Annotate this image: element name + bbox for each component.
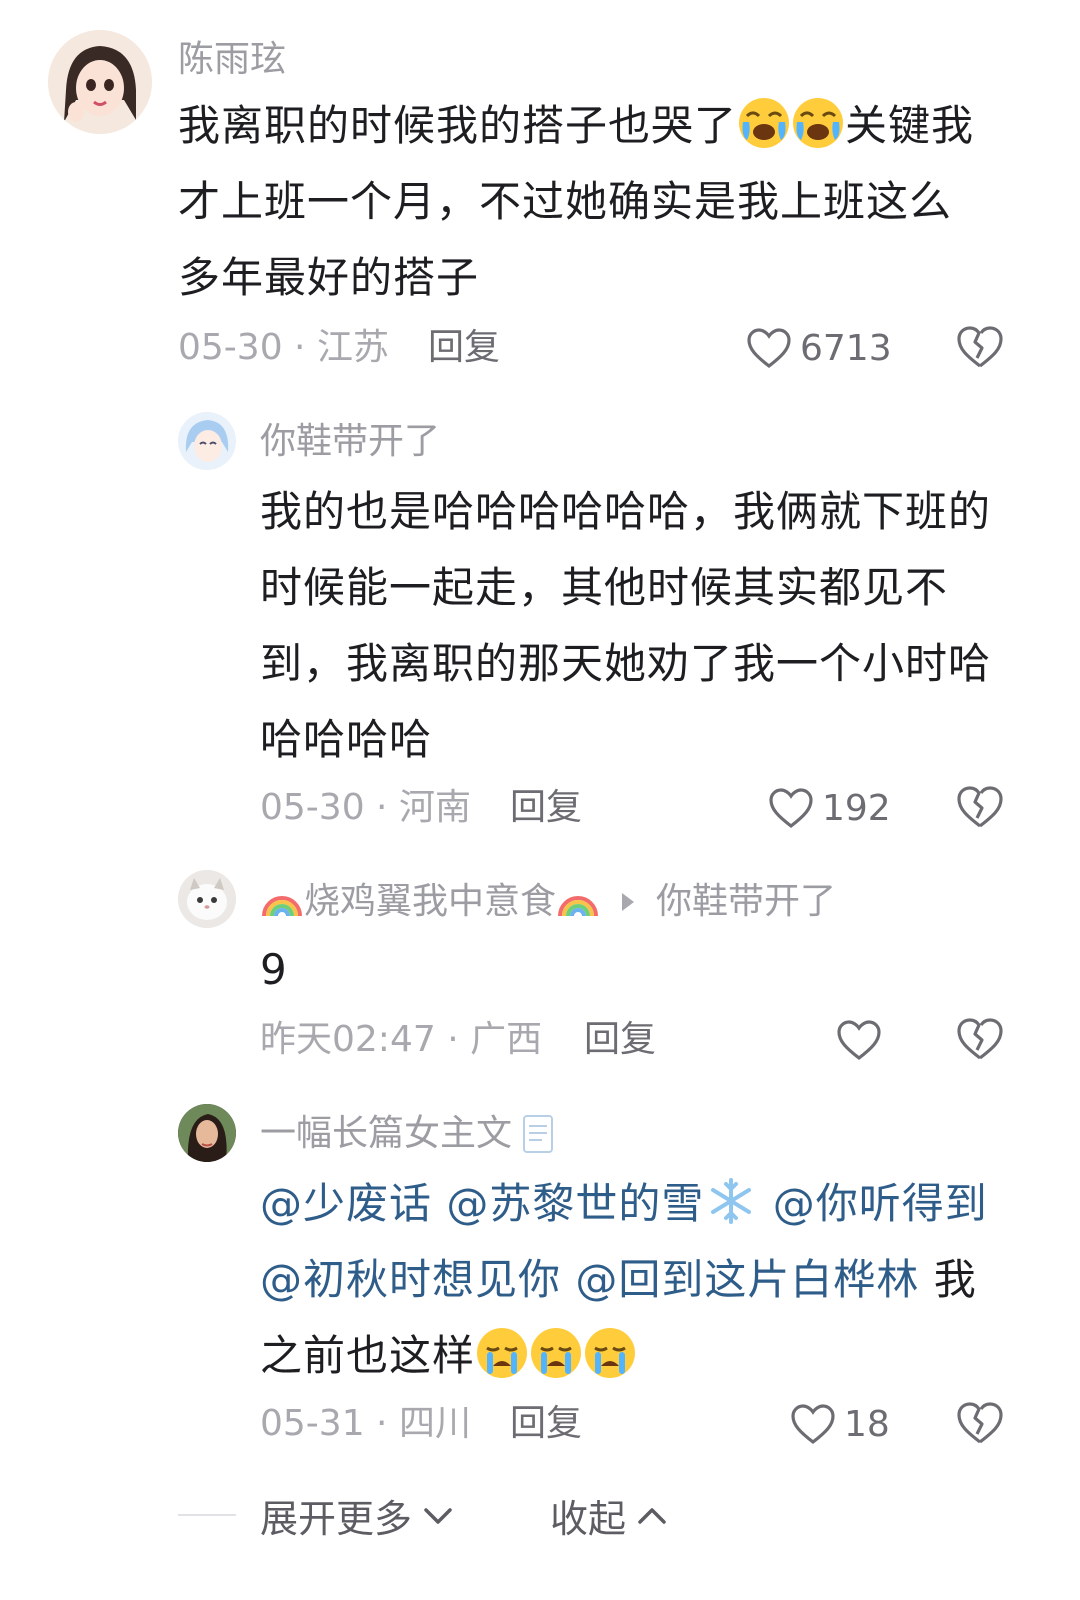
broken-heart-icon — [957, 1018, 1003, 1060]
broken-heart-icon — [957, 326, 1003, 368]
comment-username[interactable]: 你鞋带开了 — [260, 418, 440, 466]
collapse-label: 收起 — [550, 1497, 627, 1541]
expand-more-button[interactable]: 展开更多 — [260, 1488, 454, 1543]
avatar[interactable] — [178, 412, 236, 470]
mention-link[interactable]: @你听得到 — [773, 1179, 988, 1228]
like-button[interactable] — [836, 1016, 890, 1064]
like-count: 192 — [822, 787, 891, 829]
mention-link[interactable]: @少废话 — [260, 1179, 432, 1228]
reply-button[interactable]: 回复 — [428, 324, 500, 372]
crying-laugh-emoji — [737, 96, 791, 150]
document-emoji — [516, 1112, 560, 1156]
comment-username[interactable]: 陈雨玹 — [178, 36, 286, 84]
expand-more-label: 展开更多 — [260, 1497, 413, 1541]
reply-button[interactable]: 回复 — [510, 1400, 582, 1448]
reply-button[interactable]: 回复 — [510, 784, 582, 832]
comment-text-line: 之前也这样 — [260, 1331, 476, 1380]
comment-text-line: 关键我 — [845, 101, 975, 150]
crying-emoji — [475, 1326, 529, 1380]
broken-heart-icon — [957, 786, 1003, 828]
mention-link[interactable]: @苏黎世的雪 — [446, 1179, 704, 1228]
rainbow-emoji — [556, 880, 600, 924]
heart-icon — [791, 1404, 835, 1445]
comment-username-row: 一幅长篇女主文 — [260, 1110, 560, 1158]
broken-heart-icon — [957, 1402, 1003, 1444]
crying-laugh-emoji — [791, 96, 845, 150]
crying-emoji — [583, 1326, 637, 1380]
dislike-button[interactable] — [956, 1016, 1004, 1064]
comment-text-line: 我的也是哈哈哈哈哈哈，我俩就下班的 — [260, 487, 992, 536]
dislike-button[interactable] — [956, 324, 1004, 372]
mention-link[interactable]: @初秋时想见你 — [260, 1255, 561, 1304]
collapse-button[interactable]: 收起 — [550, 1488, 668, 1543]
comment-text-line: 到，我离职的那天她劝了我一个小时哈 — [260, 639, 992, 688]
comment-meta: 05-31 · 四川 — [260, 1403, 471, 1444]
dislike-button[interactable] — [956, 1400, 1004, 1448]
comment-text-line: 时候能一起走，其他时候其实都见不 — [260, 563, 949, 612]
comment-meta: 05-30 · 江苏 — [178, 327, 389, 368]
comment-text: 我的也是哈哈哈哈哈哈，我俩就下班的 时候能一起走，其他时候其实都见不 到，我离职… — [260, 474, 1040, 778]
heart-icon — [769, 788, 813, 829]
comment-text: 9 — [260, 945, 288, 994]
chevron-up-icon — [638, 1507, 666, 1524]
like-count: 18 — [844, 1403, 890, 1445]
comment-username[interactable]: 一幅长篇女主文 — [260, 1110, 512, 1158]
mention-link[interactable]: @回到这片白桦林 — [575, 1255, 919, 1304]
reply-arrow-icon — [622, 893, 635, 911]
like-button[interactable]: 192 — [768, 784, 891, 832]
comment-text-line: 我离职的时候我的搭子也哭了 — [178, 101, 738, 150]
comment-text-line: 才上班一个月，不过她确实是我上班这么 — [178, 177, 953, 226]
like-button[interactable]: 18 — [790, 1400, 890, 1448]
comment-username[interactable]: 烧鸡翼我中意食 — [304, 878, 556, 926]
avatar[interactable] — [178, 870, 236, 928]
comment-username-row: 烧鸡翼我中意食 你鞋带开了 — [260, 878, 836, 926]
crying-emoji — [529, 1326, 583, 1380]
snowflake-emoji — [704, 1174, 758, 1228]
heart-icon — [747, 328, 791, 369]
avatar[interactable] — [178, 1104, 236, 1162]
like-count: 6713 — [800, 327, 892, 369]
divider — [178, 1514, 236, 1516]
like-button[interactable]: 6713 — [746, 324, 892, 372]
comment-meta: 05-30 · 河南 — [260, 787, 471, 828]
heart-icon — [837, 1020, 881, 1061]
chevron-down-icon — [424, 1507, 452, 1524]
comment-text-line: 多年最好的搭子 — [178, 253, 480, 302]
comment-text-line: 哈哈哈哈 — [260, 715, 433, 764]
dislike-button[interactable] — [956, 784, 1004, 832]
comment-meta: 昨天02:47 · 广西 — [260, 1019, 543, 1060]
comment-text: @少废话 @苏黎世的雪 @你听得到 @初秋时想见你 @回到这片白桦林 我 之前也… — [260, 1166, 1060, 1394]
reply-to-username[interactable]: 你鞋带开了 — [656, 878, 836, 926]
avatar[interactable] — [48, 30, 152, 134]
comment-text: 我离职的时候我的搭子也哭了 关键我 才上班一个月，不过她确实是我上班这么 多年最好… — [178, 88, 1038, 316]
rainbow-emoji — [260, 880, 304, 924]
comment-text-tail: 我 — [933, 1255, 977, 1304]
reply-button[interactable]: 回复 — [584, 1016, 656, 1064]
replies-footer: 展开更多 收起 — [0, 1480, 1080, 1550]
